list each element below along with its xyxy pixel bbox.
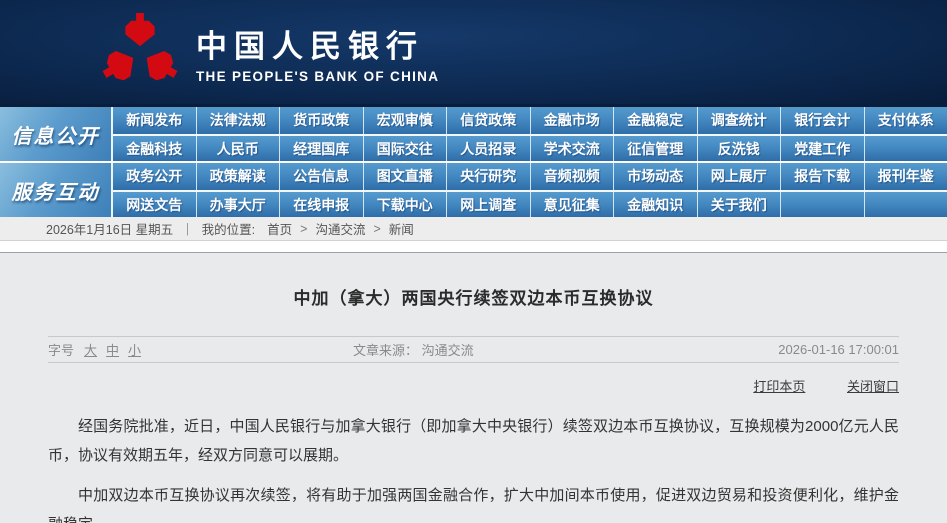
article-panel: 中加（拿大）两国央行续签双边本币互换协议 字号 大中小 文章来源： 沟通交流 2… [0, 252, 947, 523]
org-name-cn: 中国人民银行 [196, 21, 439, 66]
nav-item[interactable]: 人民币 [196, 136, 280, 161]
source-label: 文章来源： [353, 343, 418, 358]
nav-item[interactable]: 网送文告 [113, 192, 196, 217]
nav-cell-empty [864, 192, 947, 217]
nav-section-label-service[interactable]: 服务互动 [0, 163, 113, 217]
nav-item[interactable]: 网上展厅 [697, 163, 781, 190]
nav-item[interactable]: 反洗钱 [697, 136, 781, 161]
nav-item[interactable]: 党建工作 [780, 136, 864, 161]
font-size-links: 大中小 [84, 340, 150, 359]
pboc-logo[interactable]: 中国人民银行 THE PEOPLE'S BANK OF CHINA [100, 11, 439, 93]
nav-item[interactable]: 人员招录 [446, 136, 530, 161]
nav-section-label-info[interactable]: 信息公开 [0, 107, 113, 161]
nav-band-info-disclosure: 信息公开 新闻发布法律法规货币政策宏观审慎信贷政策金融市场金融稳定调查统计银行会… [0, 107, 947, 163]
article-source: 文章来源： 沟通交流 [353, 340, 778, 359]
font-size-option[interactable]: 大 [84, 343, 97, 358]
nav-item[interactable]: 市场动态 [613, 163, 697, 190]
main-navigation: 信息公开 新闻发布法律法规货币政策宏观审慎信贷政策金融市场金融稳定调查统计银行会… [0, 104, 947, 217]
font-size-label: 字号 [48, 340, 74, 359]
nav-band-service-interaction: 服务互动 政务公开政策解读公告信息图文直播央行研究音频视频市场动态网上展厅报告下… [0, 163, 947, 217]
site-header: 中国人民银行 THE PEOPLE'S BANK OF CHINA [0, 0, 947, 104]
nav-item[interactable]: 金融稳定 [613, 107, 697, 134]
print-page-link[interactable]: 打印本页 [753, 379, 805, 394]
nav-item[interactable]: 意见征集 [530, 192, 614, 217]
nav-section-label-text: 信息公开 [12, 120, 100, 149]
nav-item[interactable]: 政务公开 [113, 163, 196, 190]
nav-row: 金融科技人民币经理国库国际交往人员招录学术交流征信管理反洗钱党建工作 [113, 134, 947, 161]
org-name-en: THE PEOPLE'S BANK OF CHINA [196, 69, 439, 84]
nav-item[interactable]: 音频视频 [530, 163, 614, 190]
nav-item[interactable]: 在线申报 [279, 192, 363, 217]
page-title: 中加（拿大）两国央行续签双边本币互换协议 [0, 284, 947, 309]
nav-item[interactable]: 银行会计 [780, 107, 864, 134]
nav-item[interactable]: 征信管理 [613, 136, 697, 161]
logo-text: 中国人民银行 THE PEOPLE'S BANK OF CHINA [196, 21, 439, 84]
nav-row: 政务公开政策解读公告信息图文直播央行研究音频视频市场动态网上展厅报告下载报刊年鉴 [113, 163, 947, 190]
nav-item[interactable]: 下载中心 [363, 192, 447, 217]
nav-item[interactable]: 报告下载 [780, 163, 864, 190]
breadcrumb-location-label: 我的位置: [202, 219, 255, 238]
article-body: 经国务院批准，近日，中国人民银行与加拿大银行（即加拿大中央银行）续签双边本币互换… [48, 412, 899, 523]
nav-item[interactable]: 办事大厅 [196, 192, 280, 217]
breadcrumb-item[interactable]: 首页 [267, 219, 292, 238]
article-meta-row: 字号 大中小 文章来源： 沟通交流 2026-01-16 17:00:01 [48, 336, 899, 363]
spacer [0, 241, 947, 252]
nav-item[interactable]: 新闻发布 [113, 107, 196, 134]
pboc-emblem-icon [100, 11, 180, 93]
nav-item[interactable]: 公告信息 [279, 163, 363, 190]
nav-item[interactable]: 货币政策 [279, 107, 363, 134]
font-size-option[interactable]: 小 [128, 343, 141, 358]
breadcrumb-bar: 2026年1月16日 星期五 ｜ 我的位置: > 首页 > 沟通交流 > 新闻 [0, 217, 947, 241]
nav-cell-empty [864, 136, 947, 161]
font-size-option[interactable]: 中 [106, 343, 119, 358]
breadcrumb-item[interactable]: 新闻 [389, 219, 414, 238]
nav-section-label-text: 服务互动 [12, 176, 100, 205]
breadcrumb-item[interactable]: 沟通交流 [315, 219, 365, 238]
breadcrumb-divider: ｜ [181, 219, 194, 238]
nav-grid: 政务公开政策解读公告信息图文直播央行研究音频视频市场动态网上展厅报告下载报刊年鉴… [113, 163, 947, 217]
nav-item[interactable]: 支付体系 [864, 107, 947, 134]
nav-row: 网送文告办事大厅在线申报下载中心网上调查意见征集金融知识关于我们 [113, 190, 947, 217]
nav-cell-empty [780, 192, 864, 217]
breadcrumb-separator: > [373, 222, 380, 236]
nav-item[interactable]: 经理国库 [279, 136, 363, 161]
nav-item[interactable]: 图文直播 [363, 163, 447, 190]
nav-item[interactable]: 金融知识 [613, 192, 697, 217]
breadcrumb-separator: > [300, 222, 307, 236]
nav-item[interactable]: 学术交流 [530, 136, 614, 161]
nav-item[interactable]: 调查统计 [697, 107, 781, 134]
nav-item[interactable]: 网上调查 [446, 192, 530, 217]
publish-datetime: 2026-01-16 17:00:01 [778, 342, 899, 357]
nav-item[interactable]: 宏观审慎 [363, 107, 447, 134]
article-paragraph: 经国务院批准，近日，中国人民银行与加拿大银行（即加拿大中央银行）续签双边本币互换… [48, 412, 899, 470]
nav-item[interactable]: 信贷政策 [446, 107, 530, 134]
article-actions: 打印本页 关闭窗口 [48, 376, 899, 395]
nav-item[interactable]: 金融科技 [113, 136, 196, 161]
nav-item[interactable]: 法律法规 [196, 107, 280, 134]
article-paragraph: 中加双边本币互换协议再次续签，将有助于加强两国金融合作，扩大中加间本币使用，促进… [48, 481, 899, 523]
nav-grid: 新闻发布法律法规货币政策宏观审慎信贷政策金融市场金融稳定调查统计银行会计支付体系… [113, 107, 947, 161]
nav-row: 新闻发布法律法规货币政策宏观审慎信贷政策金融市场金融稳定调查统计银行会计支付体系 [113, 107, 947, 134]
nav-item[interactable]: 金融市场 [530, 107, 614, 134]
nav-item[interactable]: 关于我们 [697, 192, 781, 217]
nav-item[interactable]: 报刊年鉴 [864, 163, 947, 190]
source-value: 沟通交流 [422, 343, 474, 358]
breadcrumb: > 首页 > 沟通交流 > 新闻 [263, 219, 418, 238]
close-window-link[interactable]: 关闭窗口 [847, 379, 899, 394]
nav-item[interactable]: 国际交往 [363, 136, 447, 161]
current-date: 2026年1月16日 星期五 [46, 219, 173, 238]
nav-item[interactable]: 政策解读 [196, 163, 280, 190]
nav-item[interactable]: 央行研究 [446, 163, 530, 190]
font-size-controls: 字号 大中小 [48, 340, 353, 359]
